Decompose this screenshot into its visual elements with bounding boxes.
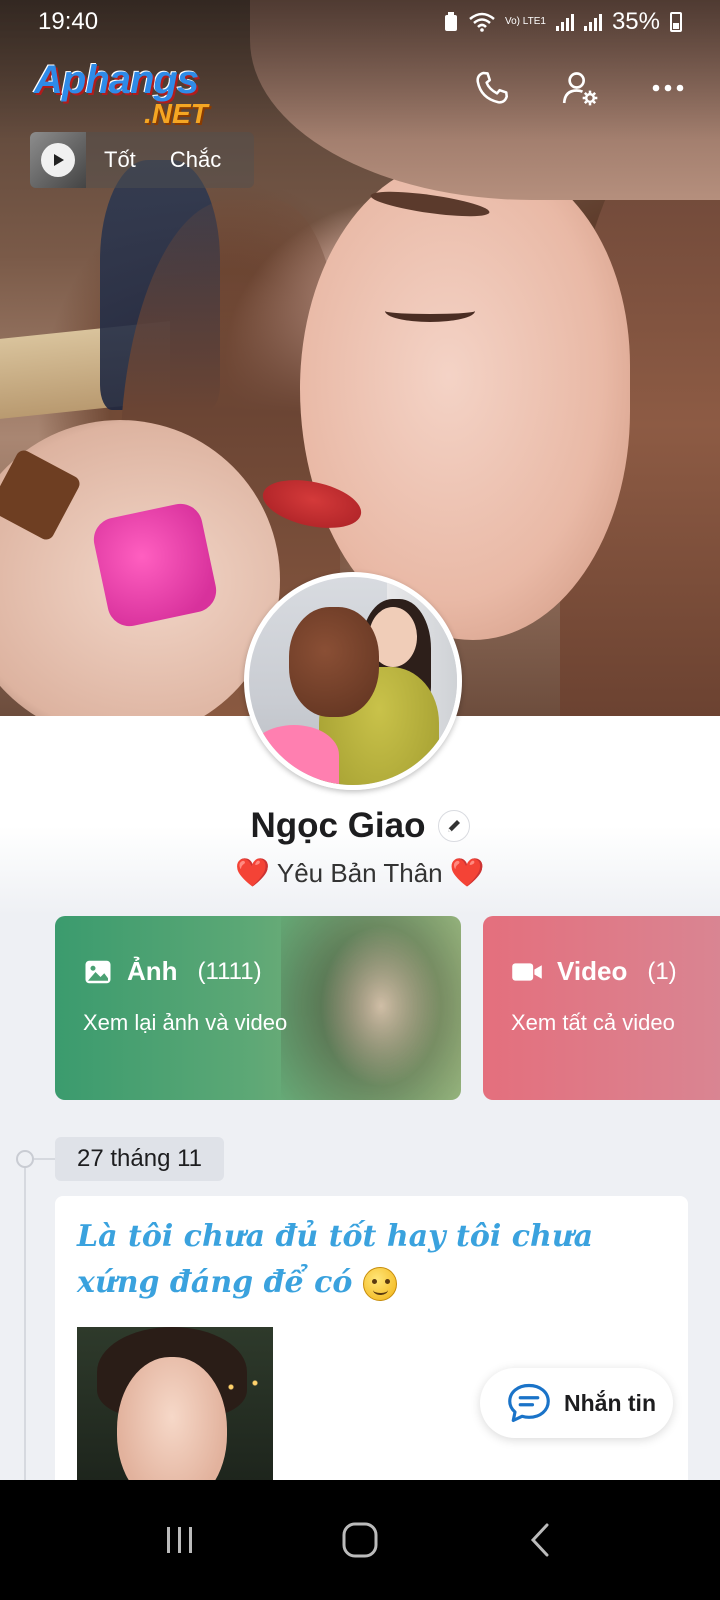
profile-settings-button[interactable] [558, 66, 602, 110]
music-play-button[interactable] [41, 143, 75, 177]
timeline-post[interactable]: Là tôi chưa đủ tốt hay tôi chưa xứng đán… [55, 1196, 688, 1496]
avatar-dog [289, 607, 379, 717]
post-text-block: Là tôi chưa đủ tốt hay tôi chưa xứng đán… [77, 1214, 637, 1306]
pencil-icon [447, 820, 460, 832]
status-icons: Vo) LTE1 35% [443, 8, 682, 36]
photos-card-title: Ảnh [127, 956, 178, 986]
more-icon [652, 84, 684, 92]
wifi-icon [469, 12, 495, 32]
bio-heart-right: ❤️ [449, 857, 485, 888]
profile-bio: ❤️ Yêu Bản Thân ❤️ [0, 856, 720, 889]
video-icon [512, 962, 542, 981]
bio-heart-left: ❤️ [235, 857, 271, 888]
timeline-date: 27 tháng 11 [55, 1137, 225, 1181]
message-button[interactable]: Nhắn tin [480, 1368, 673, 1438]
profile-music[interactable]: Tốt Chắc [30, 132, 254, 188]
smile-emoji-icon [362, 1267, 397, 1301]
battery-icon [670, 12, 682, 32]
videos-card-subtitle: Xem tất cả video [511, 1010, 675, 1035]
status-time: 19:40 [38, 8, 99, 35]
timeline-dot [16, 1150, 34, 1168]
back-button[interactable] [510, 1510, 570, 1570]
user-settings-icon [562, 72, 598, 106]
watermark-logo: Aphangs .NET [34, 58, 254, 138]
watermark-suffix: .NET [144, 98, 208, 129]
timeline-connector [34, 1158, 56, 1160]
cover-face [300, 160, 630, 640]
system-nav-bar [0, 1480, 720, 1600]
videos-card-title: Video [557, 956, 628, 986]
timeline-line [24, 1158, 26, 1488]
photos-card-count: (1111) [197, 957, 262, 985]
chat-bubble-icon [508, 1383, 550, 1423]
post-photo[interactable] [77, 1327, 273, 1487]
post-photo-lights [213, 1367, 273, 1407]
message-button-label: Nhắn tin [564, 1389, 656, 1416]
home-icon [342, 1522, 378, 1558]
edit-name-button[interactable] [437, 810, 470, 842]
videos-card[interactable]: Video (1) Xem tất cả video [483, 916, 720, 1100]
videos-card-count: (1) [647, 957, 677, 985]
avatar[interactable] [244, 572, 462, 790]
photos-card-preview [281, 916, 461, 1100]
photos-card[interactable]: Ảnh (1111) Xem lại ảnh và video [55, 916, 461, 1100]
phone-icon [476, 71, 508, 104]
home-button[interactable] [330, 1510, 390, 1570]
image-icon [85, 960, 111, 983]
network-type: Vo) LTE1 [505, 16, 546, 27]
back-icon [530, 1523, 549, 1557]
recent-apps-button[interactable] [150, 1510, 210, 1570]
recent-apps-icon [167, 1527, 192, 1553]
profile-name: Ngọc Giao [250, 806, 426, 845]
bio-text: Yêu Bản Thân [276, 858, 443, 888]
post-photo-face [117, 1357, 227, 1487]
battery-saver-icon [445, 12, 457, 31]
battery-percent: 35% [611, 8, 660, 35]
cover-eye [385, 300, 475, 322]
photos-card-header: Ảnh (1111) [83, 956, 262, 987]
watermark-brand: Aphangs [34, 58, 199, 102]
photos-card-subtitle: Xem lại ảnh và video [83, 1010, 288, 1035]
cover-pink-bag [89, 499, 221, 631]
status-bar: 19:40 Vo) LTE1 35% [0, 0, 720, 44]
top-actions [470, 66, 690, 110]
signal-icon-2 [583, 13, 602, 31]
music-thumbnail [30, 132, 86, 188]
call-button[interactable] [470, 66, 514, 110]
play-icon [54, 154, 64, 166]
videos-card-header: Video (1) [511, 956, 677, 987]
profile-name-row: Ngọc Giao [0, 806, 720, 846]
avatar-pink-blanket [249, 725, 339, 785]
music-title: Tốt Chắc [104, 147, 222, 172]
signal-icon [555, 13, 574, 31]
post-text: Là tôi chưa đủ tốt hay tôi chưa xứng đán… [77, 1219, 594, 1300]
more-options-button[interactable] [646, 66, 690, 110]
